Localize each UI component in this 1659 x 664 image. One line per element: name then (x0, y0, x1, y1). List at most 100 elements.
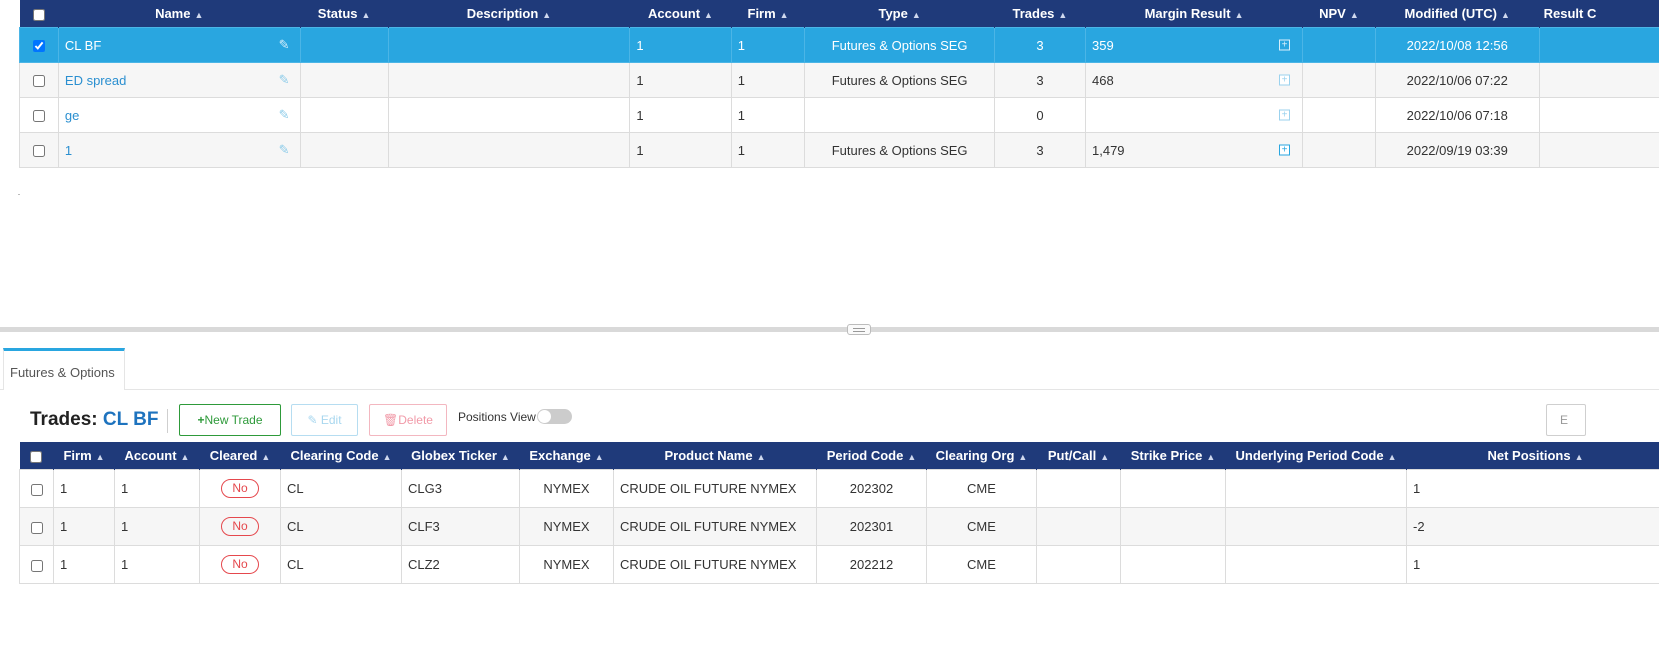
sort-asc-icon[interactable]: ▲ (912, 10, 921, 20)
firm-cell: 1 (730, 62, 806, 98)
trade-checkbox-cell[interactable] (19, 545, 54, 584)
sort-asc-icon[interactable]: ▲ (1575, 452, 1584, 462)
col-header-description[interactable]: Description ▲ (388, 0, 631, 28)
sort-asc-icon[interactable]: ▲ (542, 10, 551, 20)
portfolio-row[interactable]: ge ✎ 1 1 0 + 2022/10/06 07:18 (19, 97, 1659, 133)
sort-asc-icon[interactable]: ▲ (1388, 452, 1397, 462)
trade-row[interactable]: 1 1 No CL CLG3 NYMEX CRUDE OIL FUTURE NY… (19, 469, 1659, 508)
col-header-firm[interactable]: Firm ▲ (53, 442, 115, 470)
col-header-put-call[interactable]: Put/Call ▲ (1036, 442, 1121, 470)
clearing-org-cell: CME (926, 469, 1037, 508)
sort-asc-icon[interactable]: ▲ (595, 452, 604, 462)
name-cell[interactable]: ED spread ✎ (57, 62, 301, 98)
col-header-account[interactable]: Account ▲ (114, 442, 200, 470)
sort-asc-icon[interactable]: ▲ (181, 452, 190, 462)
pencil-icon[interactable]: ✎ (279, 72, 290, 88)
trade-checkbox[interactable] (30, 483, 43, 496)
col-header-result[interactable]: Result C (1539, 0, 1659, 28)
name-cell[interactable]: 1 ✎ (57, 132, 301, 168)
sort-asc-icon[interactable]: ▲ (1235, 10, 1244, 20)
portfolio-name-link[interactable]: CL BF (65, 38, 101, 53)
col-header-name[interactable]: Name ▲ (58, 0, 301, 28)
name-cell[interactable]: CL BF ✎ (57, 27, 301, 63)
col-header-trades[interactable]: Trades ▲ (994, 0, 1087, 28)
col-header-cleared[interactable]: Cleared ▲ (199, 442, 281, 470)
sort-asc-icon[interactable]: ▲ (1206, 452, 1215, 462)
expand-icon[interactable]: + (1279, 109, 1291, 121)
portfolio-name-link[interactable]: ge (65, 108, 79, 123)
sort-asc-icon[interactable]: ▲ (757, 452, 766, 462)
expand-icon[interactable]: + (1279, 74, 1291, 86)
col-header-exchange[interactable]: Exchange ▲ (519, 442, 614, 470)
portfolio-row[interactable]: CL BF ✎ 1 1 Futures & Options SEG 3 359 + … (19, 27, 1659, 63)
row-checkbox[interactable] (32, 110, 45, 123)
new-trade-button[interactable]: +New Trade (179, 404, 281, 436)
sort-asc-icon[interactable]: ▲ (780, 10, 789, 20)
sort-asc-icon[interactable]: ▲ (501, 452, 510, 462)
select-all-checkbox-cell[interactable] (19, 0, 59, 28)
select-all-trades-cell[interactable] (19, 442, 54, 470)
trade-checkbox-cell[interactable] (19, 469, 54, 508)
margin-result-cell: 1,479 + (1084, 132, 1304, 168)
pencil-icon[interactable]: ✎ (279, 37, 290, 53)
expand-icon[interactable]: + (1279, 39, 1291, 51)
row-checkbox-cell[interactable] (19, 97, 59, 133)
row-checkbox-cell[interactable] (19, 132, 59, 168)
name-cell[interactable]: ge ✎ (57, 97, 301, 133)
col-header-modified[interactable]: Modified (UTC) ▲ (1375, 0, 1540, 28)
col-header-npv[interactable]: NPV ▲ (1302, 0, 1376, 28)
select-all-trades-checkbox[interactable] (30, 450, 43, 463)
col-header-strike-price[interactable]: Strike Price ▲ (1120, 442, 1226, 470)
export-button[interactable]: E (1546, 404, 1586, 436)
splitter-handle-icon[interactable] (847, 324, 871, 335)
pencil-icon[interactable]: ✎ (279, 142, 290, 158)
sort-asc-icon[interactable]: ▲ (1100, 452, 1109, 462)
col-header-margin-result[interactable]: Margin Result ▲ (1085, 0, 1304, 28)
row-checkbox[interactable] (32, 40, 45, 53)
portfolio-name-link[interactable]: 1 (65, 143, 72, 158)
col-header-product-name[interactable]: Product Name ▲ (613, 442, 817, 470)
tab-futures-options[interactable]: Futures & Options (3, 348, 125, 390)
col-header-firm[interactable]: Firm ▲ (731, 0, 806, 28)
edit-button[interactable]: ✎ Edit (291, 404, 358, 436)
col-header-account[interactable]: Account ▲ (629, 0, 732, 28)
col-header-clearing-org[interactable]: Clearing Org ▲ (926, 442, 1037, 470)
delete-button[interactable]: 🗑Delete (369, 404, 447, 436)
row-checkbox-cell[interactable] (19, 27, 59, 63)
col-header-net-positions[interactable]: Net Positions ▲ (1406, 442, 1659, 470)
portfolio-row[interactable]: 1 ✎ 1 1 Futures & Options SEG 3 1,479 + 20… (19, 132, 1659, 168)
pencil-icon[interactable]: ✎ (279, 107, 290, 123)
trade-row[interactable]: 1 1 No CL CLF3 NYMEX CRUDE OIL FUTURE NY… (19, 507, 1659, 546)
sort-asc-icon[interactable]: ▲ (1501, 10, 1510, 20)
col-header-period-code[interactable]: Period Code ▲ (816, 442, 927, 470)
account-cell: 1 (114, 469, 200, 508)
sort-asc-icon[interactable]: ▲ (907, 452, 916, 462)
sort-asc-icon[interactable]: ▲ (261, 452, 270, 462)
trade-row[interactable]: 1 1 No CL CLZ2 NYMEX CRUDE OIL FUTURE NY… (19, 545, 1659, 584)
pane-splitter[interactable] (0, 327, 1659, 332)
col-header-type[interactable]: Type ▲ (804, 0, 995, 28)
sort-asc-icon[interactable]: ▲ (194, 10, 203, 20)
expand-icon[interactable]: + (1279, 144, 1291, 156)
row-checkbox-cell[interactable] (19, 62, 59, 98)
col-header-underlying-period-code[interactable]: Underlying Period Code ▲ (1225, 442, 1407, 470)
portfolio-name-link[interactable]: ED spread (65, 73, 126, 88)
portfolio-row[interactable]: ED spread ✎ 1 1 Futures & Options SEG 3 4… (19, 62, 1659, 98)
row-checkbox[interactable] (32, 75, 45, 88)
row-checkbox[interactable] (32, 145, 45, 158)
select-all-checkbox[interactable] (32, 8, 45, 21)
sort-asc-icon[interactable]: ▲ (362, 10, 371, 20)
sort-asc-icon[interactable]: ▲ (1350, 10, 1359, 20)
trade-checkbox[interactable] (30, 559, 43, 572)
sort-asc-icon[interactable]: ▲ (96, 452, 105, 462)
sort-asc-icon[interactable]: ▲ (383, 452, 392, 462)
trade-checkbox-cell[interactable] (19, 507, 54, 546)
trade-checkbox[interactable] (30, 521, 43, 534)
col-header-clearing-code[interactable]: Clearing Code ▲ (280, 442, 402, 470)
col-header-globex-ticker[interactable]: Globex Ticker ▲ (401, 442, 520, 470)
sort-asc-icon[interactable]: ▲ (1058, 10, 1067, 20)
sort-asc-icon[interactable]: ▲ (704, 10, 713, 20)
positions-view-toggle[interactable] (537, 409, 572, 424)
sort-asc-icon[interactable]: ▲ (1018, 452, 1027, 462)
col-header-status[interactable]: Status ▲ (300, 0, 389, 28)
